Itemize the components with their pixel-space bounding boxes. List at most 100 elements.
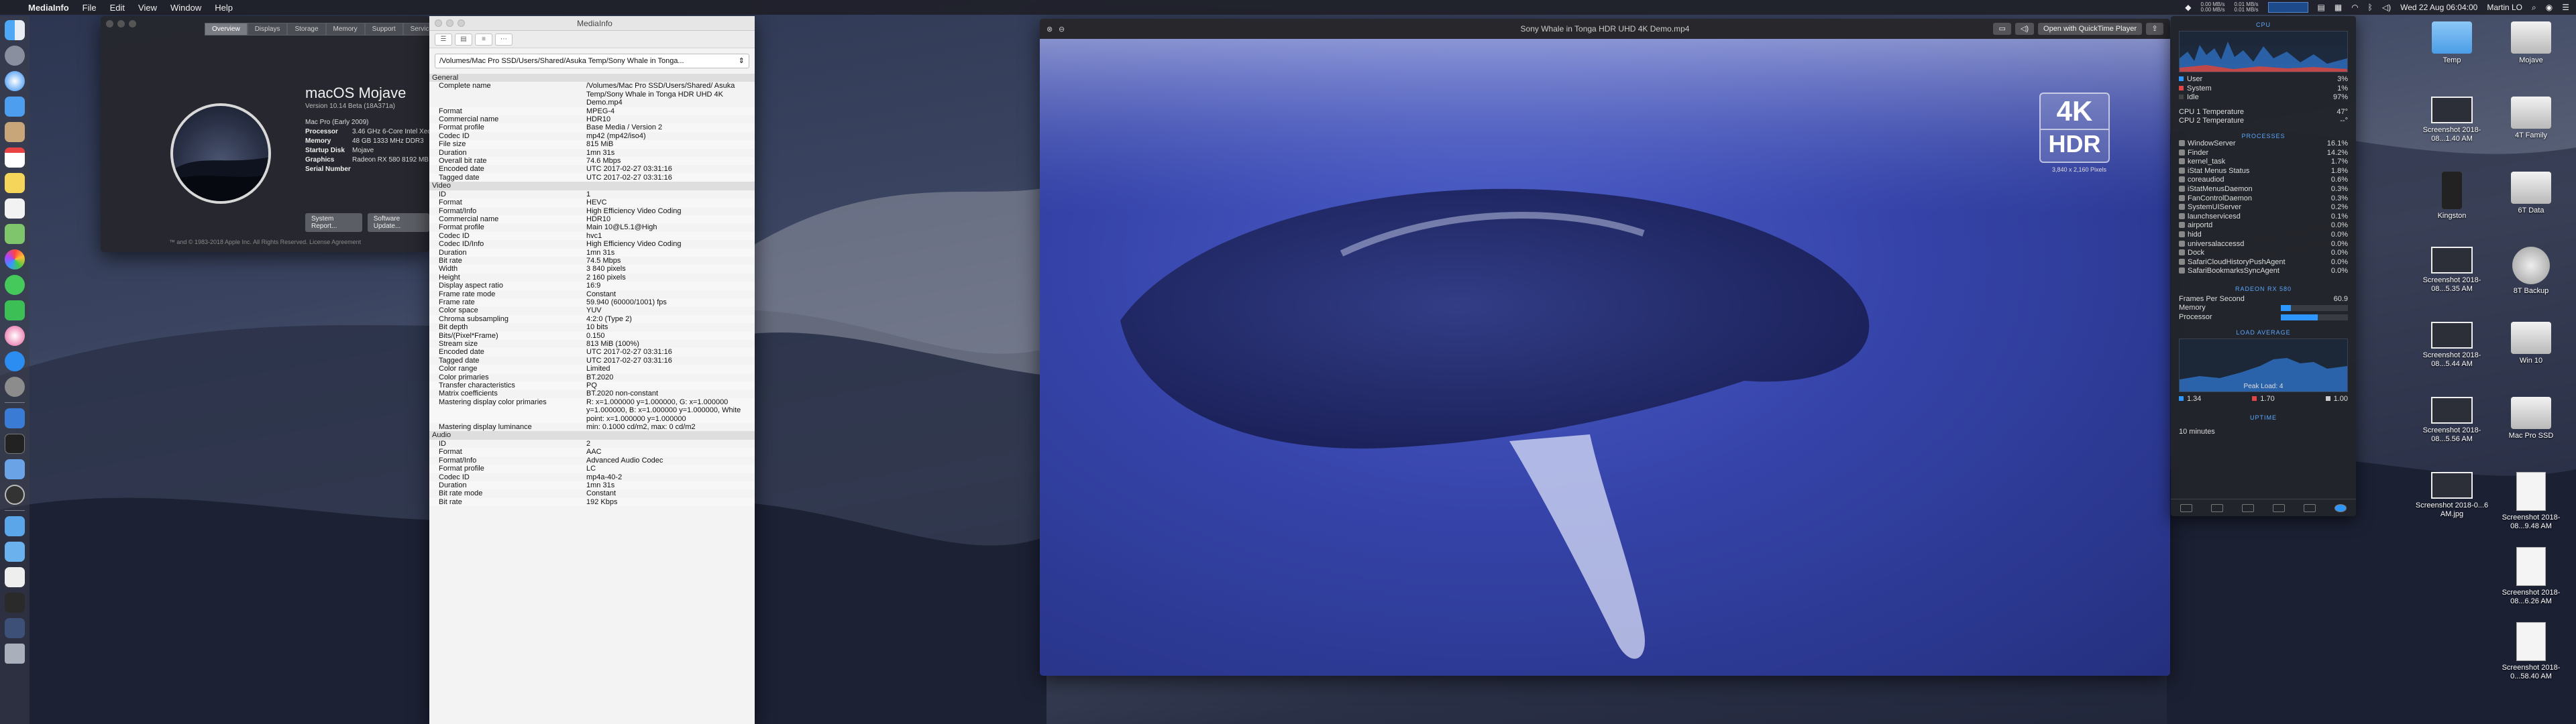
minimize-button[interactable] xyxy=(117,19,125,27)
process-row[interactable]: FanControlDaemon 0.3% xyxy=(2171,194,2356,204)
stack-icon[interactable] xyxy=(5,618,25,638)
process-row[interactable]: kernel_task 1.7% xyxy=(2171,158,2356,167)
clock[interactable]: Wed 22 Aug 06:04:00 xyxy=(2400,3,2477,12)
notes-icon[interactable] xyxy=(5,173,25,193)
software-update-button[interactable]: Software Update... xyxy=(367,213,429,232)
stack-icon[interactable] xyxy=(5,567,25,587)
safari-icon[interactable] xyxy=(5,71,25,91)
desktop-icon[interactable]: 6T Data xyxy=(2494,172,2568,215)
tab-memory-icon[interactable] xyxy=(2211,503,2223,512)
reminders-icon[interactable] xyxy=(5,198,25,219)
maps-icon[interactable] xyxy=(5,224,25,244)
desktop-icon[interactable]: 4T Family xyxy=(2494,97,2568,140)
spotlight-icon[interactable]: ⌕ xyxy=(2532,3,2536,13)
desktop-icon[interactable]: Screenshot 2018-08...5.56 AM xyxy=(2415,397,2489,444)
apple-menu-icon[interactable] xyxy=(7,2,16,13)
process-row[interactable]: iStat Menus Status 1.8% xyxy=(2171,167,2356,176)
airplay-button[interactable]: ▭ xyxy=(1993,23,2011,35)
messages-icon[interactable] xyxy=(5,275,25,295)
mediainfo-icon[interactable] xyxy=(5,485,25,505)
photos-icon[interactable] xyxy=(5,249,25,269)
close-button[interactable] xyxy=(435,19,442,27)
desktop-icon[interactable]: Screenshot 2018-08...5.44 AM xyxy=(2415,322,2489,369)
section-header[interactable]: Audio xyxy=(429,431,755,440)
process-row[interactable]: Finder 14.2% xyxy=(2171,149,2356,158)
finder-icon[interactable] xyxy=(5,20,25,40)
zoom-button[interactable] xyxy=(129,19,136,27)
notification-center-icon[interactable]: ☰ xyxy=(2562,3,2569,12)
tab-cpu-icon[interactable] xyxy=(2180,503,2192,512)
bluetooth-icon[interactable]: ᛒ xyxy=(2368,3,2373,12)
siri-icon[interactable]: ◉ xyxy=(2546,3,2553,12)
section-header[interactable]: General xyxy=(429,74,755,82)
network-stats[interactable]: 0.00 MB/s 0.00 MB/s xyxy=(2200,2,2224,13)
desktop-icon[interactable]: Screenshot 2018-08...9.48 AM xyxy=(2494,472,2568,531)
user-name[interactable]: Martin LO xyxy=(2487,3,2522,12)
tab-support[interactable]: Support xyxy=(364,23,403,36)
process-row[interactable]: Dock 0.0% xyxy=(2171,249,2356,258)
disk-stats[interactable]: 0.01 MB/s 0.01 MB/s xyxy=(2234,2,2258,13)
downloads-folder-icon[interactable] xyxy=(5,516,25,536)
minimize-button[interactable] xyxy=(446,19,453,27)
tab-memory[interactable]: Memory xyxy=(325,23,365,36)
contacts-icon[interactable] xyxy=(5,122,25,142)
volume-button[interactable]: ◁) xyxy=(2015,23,2035,35)
itunes-icon[interactable] xyxy=(5,326,25,346)
file-path-select[interactable]: /Volumes/Mac Pro SSD/Users/Shared/Asuka … xyxy=(435,54,749,68)
status-dropbox-icon[interactable]: ◆ xyxy=(2185,3,2191,12)
menu-help[interactable]: Help xyxy=(215,3,233,13)
view-tree-button[interactable]: ▤ xyxy=(455,33,472,46)
tab-sensors-icon[interactable] xyxy=(2304,503,2316,512)
trash-icon[interactable] xyxy=(5,644,25,664)
tab-overview[interactable]: Overview xyxy=(205,23,248,36)
section-header[interactable]: Video xyxy=(429,182,755,190)
process-row[interactable]: WindowServer 16.1% xyxy=(2171,139,2356,149)
view-list-button[interactable]: ☰ xyxy=(435,33,452,46)
process-row[interactable]: SystemUIServer 0.2% xyxy=(2171,203,2356,213)
launchpad-icon[interactable] xyxy=(5,46,25,66)
menu-window[interactable]: Window xyxy=(170,3,201,13)
menu-file[interactable]: File xyxy=(83,3,97,13)
documents-folder-icon[interactable] xyxy=(5,542,25,562)
desktop-icon[interactable]: Mojave xyxy=(2494,21,2568,65)
terminal-icon[interactable] xyxy=(5,434,25,454)
desktop-icon[interactable]: Screenshot 2018-08...6.26 AM xyxy=(2494,547,2568,606)
view-extra-button[interactable]: ⋯ xyxy=(495,33,513,46)
tab-disk-icon[interactable] xyxy=(2242,503,2254,512)
volume-icon[interactable]: ◁) xyxy=(2382,3,2391,12)
preview-icon[interactable] xyxy=(5,459,25,479)
process-row[interactable]: SafariBookmarksSyncAgent 0.0% xyxy=(2171,267,2356,276)
tab-storage[interactable]: Storage xyxy=(287,23,326,36)
stack-icon[interactable] xyxy=(5,593,25,613)
desktop-icon[interactable]: Mac Pro SSD xyxy=(2494,397,2568,440)
close-button[interactable] xyxy=(106,19,113,27)
desktop-icon[interactable]: Screenshot 2018-0...58.40 AM xyxy=(2494,622,2568,681)
process-row[interactable]: coreaudiod 0.6% xyxy=(2171,176,2356,185)
xcode-icon[interactable] xyxy=(5,408,25,428)
video-frame[interactable]: 4K HDR 3,840 x 2,160 Pixels xyxy=(1040,39,2170,676)
process-row[interactable]: SafariCloudHistoryPushAgent 0.0% xyxy=(2171,258,2356,267)
desktop-icon[interactable]: Win 10 xyxy=(2494,322,2568,365)
process-row[interactable]: airportd 0.0% xyxy=(2171,221,2356,231)
process-row[interactable]: launchservicesd 0.1% xyxy=(2171,213,2356,222)
calendar-icon[interactable] xyxy=(5,147,25,168)
menu-app[interactable]: MediaInfo xyxy=(28,3,69,13)
desktop-icon[interactable]: Screenshot 2018-0...6 AM.jpg xyxy=(2415,472,2489,519)
zoom-button[interactable] xyxy=(458,19,465,27)
tab-displays[interactable]: Displays xyxy=(247,23,288,36)
desktop-icon[interactable]: Kingston xyxy=(2415,172,2489,221)
menu-view[interactable]: View xyxy=(138,3,157,13)
desktop-icon[interactable]: Screenshot 2018-08...5.35 AM xyxy=(2415,247,2489,294)
process-row[interactable]: iStatMenusDaemon 0.3% xyxy=(2171,185,2356,194)
view-text-button[interactable]: ≡ xyxy=(475,33,492,46)
process-row[interactable]: universalaccessd 0.0% xyxy=(2171,240,2356,249)
tab-network-icon[interactable] xyxy=(2273,503,2285,512)
menu-edit[interactable]: Edit xyxy=(110,3,125,13)
open-with-quicktime-button[interactable]: Open with QuickTime Player xyxy=(2038,23,2142,35)
desktop-icon[interactable]: Temp xyxy=(2415,21,2489,65)
memory-icon[interactable]: ▦ xyxy=(2334,3,2342,12)
temperature-icon[interactable]: ▤ xyxy=(2318,3,2325,12)
desktop-icon[interactable]: Screenshot 2018-08...1.40 AM xyxy=(2415,97,2489,143)
desktop-icon[interactable]: 8T Backup xyxy=(2494,247,2568,296)
share-button[interactable]: ⇪ xyxy=(2146,23,2163,35)
